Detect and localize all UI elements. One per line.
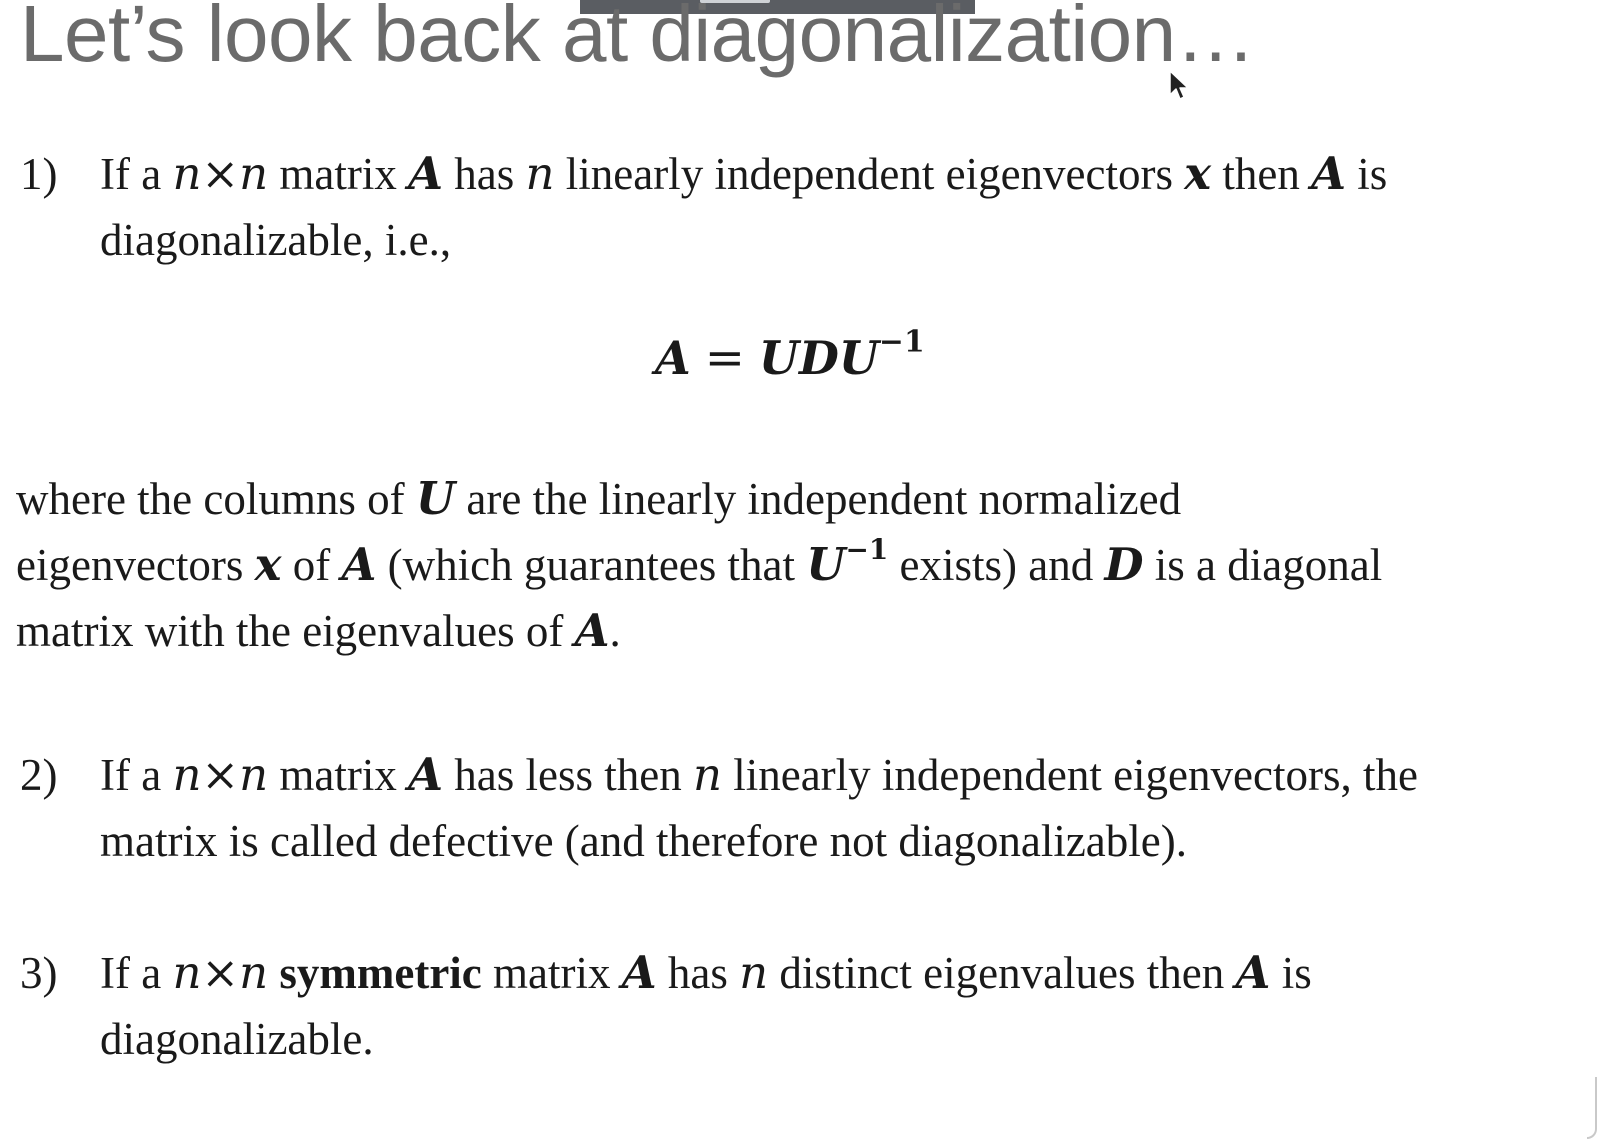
text-run: eigenvectors [16, 540, 255, 590]
text-run: linearly independent eigenvectors, the [721, 750, 1418, 800]
text-run: matrix [268, 149, 409, 199]
text-run: (which guarantees that [376, 540, 807, 590]
text-run [268, 948, 279, 998]
math-n-by-n: n×n [172, 748, 269, 801]
list-item-line: matrix is called defective (and therefor… [100, 816, 1187, 866]
text-run: . [609, 606, 621, 656]
text-run: distinct eigenvalues then [768, 948, 1236, 998]
list-item-number: 3) [20, 948, 58, 998]
paragraph-line: where the columns of U are the linearly … [16, 466, 1382, 532]
text-run: of [281, 540, 342, 590]
mouse-pointer-icon [1169, 70, 1189, 100]
text-run: is [1270, 948, 1312, 998]
math-n-by-n: n×n [172, 946, 269, 999]
text-run: then [1211, 149, 1312, 199]
equation-lhs: A [655, 331, 691, 385]
diagonalization-equation: A = UDU−1 [655, 327, 925, 386]
text-run: If a [100, 149, 173, 199]
text-run: has [656, 948, 740, 998]
text-run: exists) and [888, 540, 1105, 590]
text-run: is [1346, 149, 1388, 199]
list-item-number: 2) [20, 750, 58, 800]
list-item-line: diagonalizable. [100, 1014, 374, 1064]
text-run: matrix [481, 948, 622, 998]
text-run: If a [100, 750, 173, 800]
list-item-line: If a n×n symmetric matrix A has n distin… [100, 940, 1312, 1006]
math-exponent: −1 [845, 533, 889, 567]
math-matrix-u: U [415, 472, 456, 525]
math-matrix-a: A [574, 604, 610, 657]
emphasis-symmetric: symmetric [279, 948, 482, 998]
math-matrix-u: U [806, 538, 846, 591]
list-item-line: If a n×n matrix A has n linearly indepen… [100, 141, 1387, 207]
paragraph-line: eigenvectors x of A (which guarantees th… [16, 532, 1382, 598]
math-n: n [525, 147, 555, 200]
math-matrix-a: A [1235, 946, 1271, 999]
math-n: n [692, 748, 722, 801]
slide-title: Let’s look back at diagonalization… [20, 0, 1256, 78]
equation-exponent: −1 [879, 324, 925, 360]
math-n-by-n: n×n [172, 147, 269, 200]
list-item-line: If a n×n matrix A has less then n linear… [100, 742, 1418, 808]
paragraph-line: matrix with the eigenvalues of A. [16, 598, 1382, 664]
math-matrix-a: A [408, 147, 444, 200]
list-item-number: 1) [20, 149, 58, 199]
equation-equals: = [704, 330, 745, 386]
text-run: is a diagonal [1143, 540, 1383, 590]
text-run: If a [100, 948, 173, 998]
math-n: n [739, 946, 769, 999]
text-run: has [443, 149, 526, 199]
text-run: are the linearly independent normalized [455, 474, 1182, 524]
text-run: linearly independent eigenvectors [554, 149, 1185, 199]
window-corner [1587, 1077, 1597, 1139]
math-vector-x: x [254, 538, 282, 591]
equation-rhs: UDU [758, 331, 880, 385]
explanation-paragraph: where the columns of U are the linearly … [16, 466, 1382, 664]
math-matrix-a: A [1311, 147, 1347, 200]
text-run: matrix [268, 750, 409, 800]
math-matrix-a: A [621, 946, 657, 999]
math-vector-x: x [1184, 147, 1212, 200]
math-matrix-a: A [408, 748, 444, 801]
math-matrix-a: A [341, 538, 377, 591]
text-run: where the columns of [16, 474, 416, 524]
math-matrix-d: D [1104, 538, 1144, 591]
text-run: has less then [443, 750, 693, 800]
list-item-line: diagonalizable, i.e., [100, 215, 452, 265]
text-run: matrix with the eigenvalues of [16, 606, 575, 656]
